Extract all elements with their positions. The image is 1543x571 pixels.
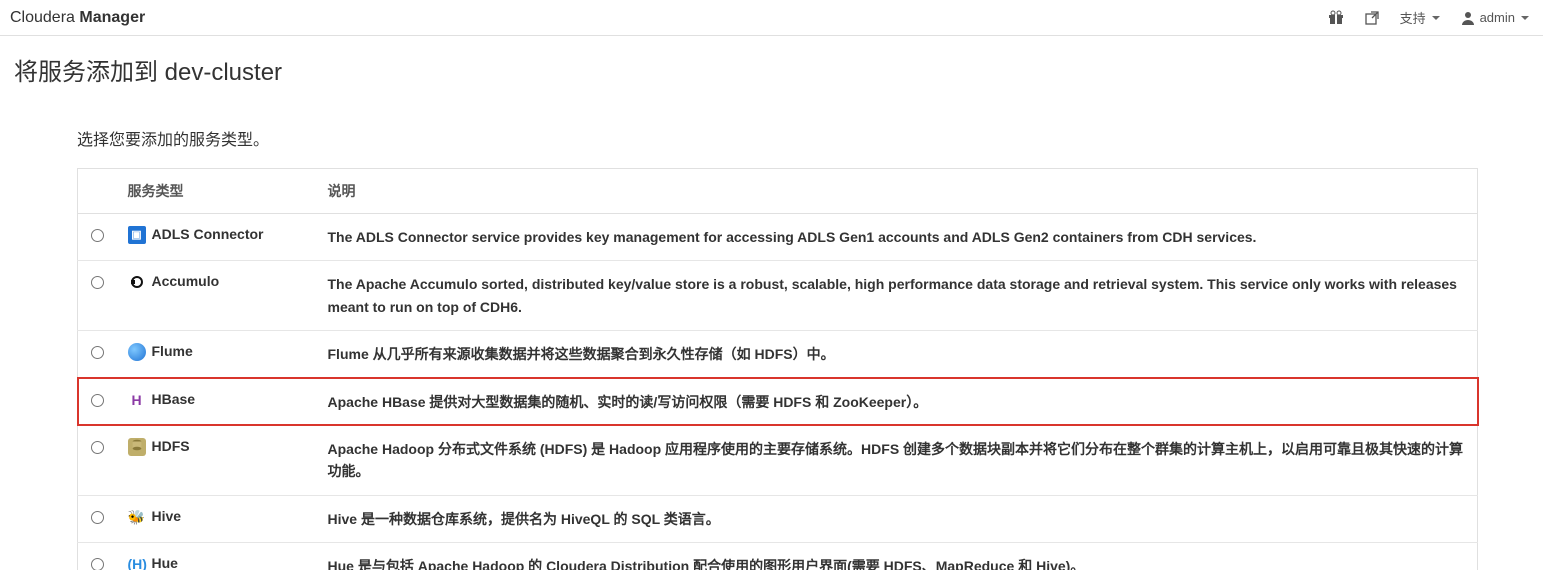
service-name: HBase [152,391,196,407]
support-label: 支持 [1400,8,1426,27]
brand-bold: Manager [79,9,145,26]
service-name: Accumulo [152,273,220,289]
service-desc: Apache HBase 提供对大型数据集的随机、实时的读/写访问权限（需要 H… [328,394,928,410]
service-name: ADLS Connector [152,226,264,242]
radio-cell [78,543,118,571]
table-row[interactable]: H HBase Apache HBase 提供对大型数据集的随机、实时的读/写访问权… [78,378,1478,425]
table-row[interactable]: ▣ ADLS Connector The ADLS Connector servic… [78,214,1478,261]
service-desc: The Apache Accumulo sorted, distributed … [328,276,1457,314]
service-radio[interactable] [91,394,104,407]
brand-light: Cloudera [10,9,75,26]
service-radio[interactable] [91,511,104,524]
adls-icon: ▣ [128,226,146,244]
service-radio[interactable] [91,441,104,454]
flume-icon [128,343,146,361]
user-icon [1460,10,1476,26]
service-desc: Apache Hadoop 分布式文件系统 (HDFS) 是 Hadoop 应用… [328,441,1464,479]
service-name: Hive [152,508,182,524]
service-desc-cell: Hive 是一种数据仓库系统，提供名为 HiveQL 的 SQL 类语言。 [318,495,1478,542]
service-desc-cell: Apache HBase 提供对大型数据集的随机、实时的读/写访问权限（需要 H… [318,378,1478,425]
service-desc: Hue 是与包括 Apache Hadoop 的 Cloudera Distri… [328,558,1085,571]
user-label: admin [1480,10,1515,25]
radio-cell [78,214,118,261]
accumulo-icon [128,274,146,292]
service-desc: Hive 是一种数据仓库系统，提供名为 HiveQL 的 SQL 类语言。 [328,511,720,527]
radio-cell [78,331,118,378]
hive-icon: 🐝 [128,508,146,526]
service-name-cell: ▣ ADLS Connector [118,214,318,261]
service-radio[interactable] [91,276,104,289]
service-table: 服务类型 说明 ▣ ADLS Connector The ADLS Connecto… [77,168,1478,571]
topbar: Cloudera Manager 支持 admin [0,0,1543,36]
main-content: 将服务添加到 dev-cluster 选择您要添加的服务类型。 服务类型 说明 … [0,36,1543,571]
hdfs-icon [128,438,146,456]
hbase-icon: H [128,391,146,409]
header-description: 说明 [318,169,1478,214]
caret-down-icon [1521,16,1529,20]
header-service-type: 服务类型 [118,169,318,214]
header-radio [78,169,118,214]
service-desc-cell: Apache Hadoop 分布式文件系统 (HDFS) 是 Hadoop 应用… [318,425,1478,495]
table-row[interactable]: HDFS Apache Hadoop 分布式文件系统 (HDFS) 是 Hadoo… [78,425,1478,495]
radio-cell [78,261,118,331]
service-radio[interactable] [91,558,104,571]
service-name-cell: H HBase [118,378,318,425]
service-name-cell: 🐝 Hive [118,495,318,542]
service-name: Hue [152,555,178,571]
service-desc-cell: The ADLS Connector service provides key … [318,214,1478,261]
support-menu[interactable]: 支持 [1400,8,1440,27]
service-desc: Flume 从几乎所有来源收集数据并将这些数据聚合到永久性存储（如 HDFS）中… [328,346,835,362]
topnav: 支持 admin [1328,8,1529,27]
user-menu[interactable]: admin [1460,10,1529,26]
service-name: HDFS [152,438,190,454]
gift-icon[interactable] [1328,10,1344,26]
service-name-cell: Flume [118,331,318,378]
service-desc-cell: Flume 从几乎所有来源收集数据并将这些数据聚合到永久性存储（如 HDFS）中… [318,331,1478,378]
service-radio[interactable] [91,229,104,242]
hue-icon: (H) [128,555,146,571]
radio-cell [78,495,118,542]
service-desc: The ADLS Connector service provides key … [328,229,1257,245]
service-name-cell: HDFS [118,425,318,495]
brand[interactable]: Cloudera Manager [10,9,145,27]
service-desc-cell: Hue 是与包括 Apache Hadoop 的 Cloudera Distri… [318,543,1478,571]
caret-down-icon [1432,16,1440,20]
launch-icon[interactable] [1364,10,1380,26]
service-name-cell: (H) Hue [118,543,318,571]
service-desc-cell: The Apache Accumulo sorted, distributed … [318,261,1478,331]
section-heading: 选择您要添加的服务类型。 [77,126,1478,150]
service-name-cell: Accumulo [118,261,318,331]
table-row[interactable]: Accumulo The Apache Accumulo sorted, dist… [78,261,1478,331]
radio-cell [78,425,118,495]
table-row[interactable]: Flume Flume 从几乎所有来源收集数据并将这些数据聚合到永久性存储（如 H… [78,331,1478,378]
service-name: Flume [152,343,193,359]
table-row[interactable]: 🐝 Hive Hive 是一种数据仓库系统，提供名为 HiveQL 的 SQL 类语… [78,495,1478,542]
radio-cell [78,378,118,425]
table-row[interactable]: (H) Hue Hue 是与包括 Apache Hadoop 的 Cloudera … [78,543,1478,571]
scroll-area[interactable]: 选择您要添加的服务类型。 服务类型 说明 ▣ ADLS Connector The … [14,101,1529,571]
service-radio[interactable] [91,346,104,359]
page-title: 将服务添加到 dev-cluster [14,52,1529,87]
